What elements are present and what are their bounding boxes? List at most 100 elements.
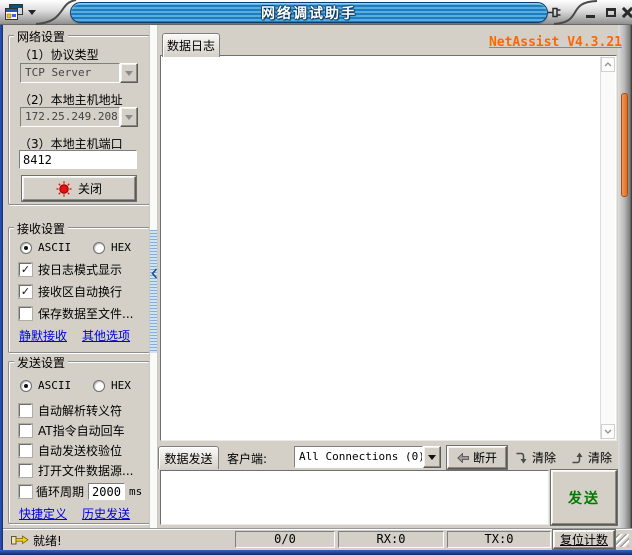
log-mode-label: 按日志模式显示: [38, 263, 123, 277]
status-ready-text: 就绪!: [33, 534, 62, 548]
close-connection-button[interactable]: 关闭: [22, 176, 136, 201]
history-send-link[interactable]: 历史发送: [82, 505, 130, 522]
scroll-down-button[interactable]: [601, 424, 615, 439]
tab-data-log-label: 数据日志: [166, 39, 215, 53]
frame-scroll-thumb[interactable]: [621, 93, 628, 197]
status-packet-counter: 0/0: [235, 531, 335, 548]
title-capsule: 网络调试助手: [70, 2, 548, 23]
silent-receive-link[interactable]: 静默接收: [19, 327, 67, 344]
cycle-period-input[interactable]: [88, 483, 126, 500]
protocol-label: （1）协议类型: [19, 48, 99, 62]
at-cr-checkbox[interactable]: [19, 424, 32, 437]
status-rx-counter: RX:0: [338, 531, 444, 548]
send-hex-label: HEX: [111, 379, 131, 392]
receive-settings-title: 接收设置: [14, 220, 69, 237]
chevron-up-icon: [604, 62, 612, 67]
pointing-hand-icon: [11, 535, 29, 545]
minimize-button[interactable]: [583, 5, 598, 20]
escape-parse-checkbox[interactable]: [19, 404, 32, 417]
window-title: 网络调试助手: [261, 5, 357, 22]
maximize-button[interactable]: [603, 5, 618, 20]
host-dropdown-button[interactable]: [120, 107, 138, 127]
auto-wrap-checkbox[interactable]: ✓: [19, 285, 32, 298]
auto-wrap-label: 接收区自动换行: [38, 285, 123, 299]
cycle-send-checkbox[interactable]: [19, 485, 32, 498]
client-select[interactable]: All Connections (0): [294, 446, 441, 468]
file-source-label: 打开文件数据源...: [38, 464, 134, 478]
local-port-input[interactable]: [19, 150, 137, 169]
save-to-file-label: 保存数据至文件...: [38, 307, 134, 321]
maximize-icon: [605, 8, 616, 17]
save-to-file-checkbox[interactable]: [19, 307, 32, 320]
file-source-checkbox[interactable]: [19, 464, 32, 477]
reset-count-label: 复位计数: [559, 533, 608, 547]
window-bottom-border: [0, 550, 632, 555]
tab-data-send-label: 数据发送: [164, 452, 213, 466]
version-link[interactable]: NetAssist V4.3.21: [489, 35, 622, 50]
recv-hex-radio[interactable]: [93, 241, 105, 254]
arrow-curve-up-icon: [572, 452, 583, 463]
protocol-dropdown-button[interactable]: [120, 63, 138, 83]
clear-send-button[interactable]: 清除: [570, 449, 612, 466]
network-settings-group: 网络设置 （1）协议类型 TCP Server （2）本地主机地址 172.25…: [8, 28, 150, 205]
resize-grip[interactable]: [616, 534, 629, 547]
collapse-left-icon[interactable]: [151, 268, 158, 279]
tab-data-log[interactable]: 数据日志: [162, 33, 220, 57]
arrow-curve-down-icon: [516, 452, 527, 463]
disconnect-button[interactable]: 断开: [447, 446, 507, 469]
title-bar: 网络调试助手: [0, 0, 632, 25]
clear-receive-label: 清除: [532, 451, 557, 465]
recv-ascii-label: ASCII: [38, 241, 72, 254]
recv-ascii-radio[interactable]: [20, 241, 32, 254]
panel-splitter[interactable]: [149, 25, 158, 528]
network-settings-title: 网络设置: [14, 28, 69, 45]
protocol-value: TCP Server: [20, 63, 120, 83]
host-value: 172.25.249.208: [20, 107, 120, 127]
escape-parse-label: 自动解析转义符: [38, 404, 123, 418]
tab-data-send[interactable]: 数据发送: [158, 446, 219, 469]
check-icon: ✓: [20, 285, 31, 298]
auto-checksum-checkbox[interactable]: [19, 444, 32, 457]
send-settings-group: 发送设置 ASCII HEX 自动解析转义符 AT指令自动回车 自动发送校验位 …: [8, 354, 150, 524]
send-button[interactable]: 发送: [551, 470, 617, 525]
status-tx-counter: TX:0: [447, 531, 551, 548]
splitter-grip-texture: [150, 230, 157, 353]
dropdown-arrow-icon: [125, 70, 133, 80]
cycle-unit: ms: [129, 485, 143, 498]
window-left-border: [0, 25, 3, 551]
quick-define-link[interactable]: 快捷定义: [19, 505, 67, 522]
app-icon[interactable]: [5, 4, 23, 20]
led-icon: [56, 181, 72, 196]
host-select[interactable]: 172.25.249.208: [20, 107, 138, 127]
recv-hex-label: HEX: [111, 241, 131, 254]
other-options-link[interactable]: 其他选项: [82, 327, 130, 344]
at-cr-label: AT指令自动回车: [38, 424, 125, 438]
client-dropdown-button[interactable]: [423, 446, 441, 468]
arrow-left-icon: [457, 452, 469, 463]
close-button[interactable]: [620, 5, 632, 20]
menu-caret-icon[interactable]: [28, 10, 36, 19]
auto-checksum-label: 自动发送校验位: [38, 444, 123, 458]
status-bar: 就绪! 0/0 RX:0 TX:0 复位计数: [3, 528, 632, 550]
send-input[interactable]: [160, 470, 549, 525]
disconnect-label: 断开: [472, 451, 497, 465]
clear-send-label: 清除: [588, 451, 613, 465]
log-mode-checkbox[interactable]: ✓: [19, 263, 32, 276]
send-hex-radio[interactable]: [93, 379, 105, 392]
clear-receive-button[interactable]: 清除: [514, 449, 556, 466]
dropdown-arrow-icon: [125, 114, 133, 124]
send-ascii-radio[interactable]: [20, 379, 32, 392]
receive-settings-group: 接收设置 ASCII HEX ✓ 按日志模式显示 ✓ 接收区自动换行 保存数据至…: [8, 220, 150, 353]
send-button-label: 发送: [568, 490, 600, 507]
dropdown-arrow-icon: [428, 454, 436, 464]
send-ascii-label: ASCII: [38, 379, 72, 392]
protocol-select[interactable]: TCP Server: [20, 63, 138, 83]
scroll-up-button[interactable]: [601, 57, 615, 72]
pin-icon[interactable]: [547, 5, 562, 20]
data-log-area[interactable]: [160, 55, 617, 441]
client-value: All Connections (0): [294, 446, 423, 468]
close-connection-label: 关闭: [77, 182, 102, 196]
reset-count-button[interactable]: 复位计数: [553, 530, 615, 549]
log-scrollbar[interactable]: [600, 57, 615, 439]
chevron-down-icon: [604, 429, 612, 434]
